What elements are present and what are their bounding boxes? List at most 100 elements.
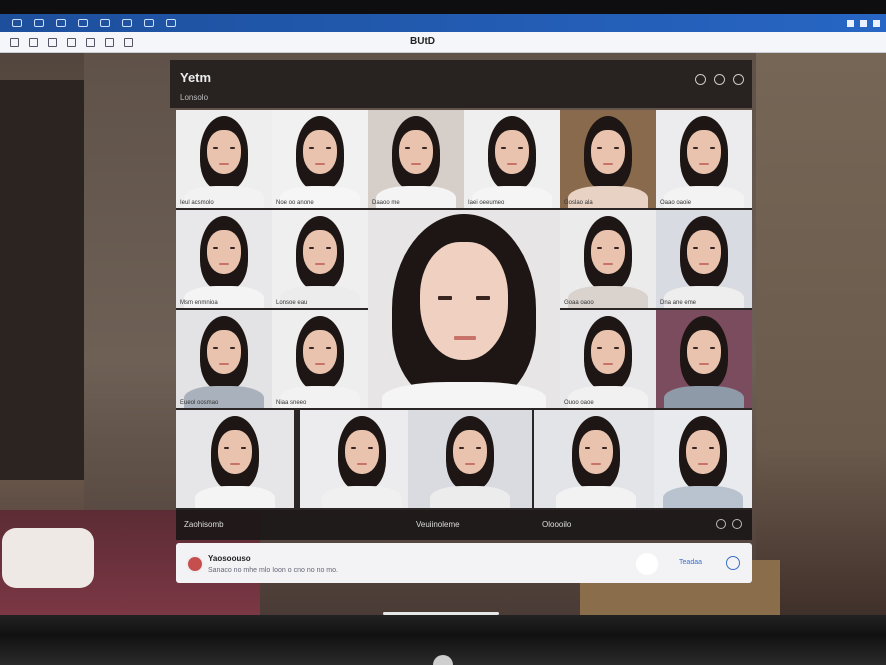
- lips: [357, 463, 367, 465]
- eye: [614, 347, 619, 349]
- face: [579, 430, 613, 474]
- status-left[interactable]: Zaohisomb: [184, 520, 224, 529]
- eye: [213, 347, 218, 349]
- portrait-tile[interactable]: Ieul acsmolo: [176, 110, 272, 208]
- tile-caption: Dna ane eme: [660, 300, 697, 306]
- tile-caption: Daaoo me: [372, 200, 400, 206]
- portrait-tile[interactable]: Niaa sneeo: [272, 310, 368, 408]
- eye: [438, 296, 452, 300]
- featured-portrait[interactable]: [368, 210, 560, 408]
- tile-caption: Eueol oosmao: [180, 400, 219, 406]
- portrait-tile[interactable]: Noe oo anone: [272, 110, 368, 208]
- share-button[interactable]: [124, 37, 133, 47]
- portrait-tile[interactable]: Daaoo me: [368, 110, 464, 208]
- eye: [597, 247, 602, 249]
- home-button[interactable]: [67, 37, 76, 47]
- face: [687, 230, 721, 274]
- face: [591, 230, 625, 274]
- gear-icon[interactable]: [733, 74, 744, 85]
- eye: [230, 347, 235, 349]
- face: [687, 130, 721, 174]
- reload-button[interactable]: [48, 37, 57, 47]
- toggle-icon[interactable]: [716, 519, 726, 529]
- lock-icon[interactable]: [695, 74, 706, 85]
- portrait-tile[interactable]: [408, 410, 532, 508]
- minimize-icon[interactable]: [847, 19, 854, 27]
- portrait-tile[interactable]: [654, 410, 752, 508]
- eye: [710, 347, 715, 349]
- tabs-button[interactable]: [105, 37, 114, 47]
- tile-caption: Noe oo anone: [276, 200, 314, 206]
- avatar[interactable]: [186, 555, 204, 573]
- maximize-icon[interactable]: [860, 19, 867, 27]
- lips: [699, 263, 709, 265]
- eye: [230, 247, 235, 249]
- close-icon[interactable]: [873, 19, 880, 27]
- eye: [709, 447, 714, 449]
- status-mid[interactable]: Veuiinoleme: [416, 520, 460, 529]
- back-icon: [10, 37, 19, 47]
- chat-icon[interactable]: [166, 19, 176, 27]
- eye: [309, 147, 314, 149]
- eye: [422, 147, 427, 149]
- portrait-tile[interactable]: [656, 310, 752, 408]
- app-header: Yetm Lonsolo: [170, 60, 752, 108]
- comment-author: Yaosoouso: [208, 554, 251, 563]
- portrait-tile[interactable]: Eueol oosmao: [176, 310, 272, 408]
- shirt: [382, 382, 546, 408]
- back-button[interactable]: [10, 37, 19, 47]
- forward-button[interactable]: [29, 37, 38, 47]
- comment-bar: Yaosoouso Sanaco no mhe mlo Ioon o cno n…: [176, 543, 752, 583]
- tile-caption: Lonsoe eau: [276, 300, 308, 306]
- tile-caption: Goslao ala: [564, 200, 593, 206]
- mail-icon[interactable]: [34, 19, 44, 27]
- tile-caption: Msm enmnioa: [180, 300, 218, 306]
- lips: [698, 463, 708, 465]
- tile-caption: Niaa sneeo: [276, 400, 307, 406]
- eye: [224, 447, 229, 449]
- eye: [518, 147, 523, 149]
- eye: [501, 147, 506, 149]
- settings-icon[interactable]: [144, 19, 154, 27]
- portrait-tile[interactable]: Ouoo oaoe: [560, 310, 656, 408]
- tile-caption: Iaei oeeumeo: [468, 200, 505, 206]
- portrait-tile[interactable]: [176, 410, 294, 508]
- lips: [699, 163, 709, 165]
- portrait-tile[interactable]: [300, 410, 424, 508]
- finder-icon[interactable]: [12, 19, 22, 27]
- status-right[interactable]: Oloooilo: [542, 520, 571, 529]
- eye: [326, 347, 331, 349]
- eye: [585, 447, 590, 449]
- bookmarks-button[interactable]: [86, 37, 95, 47]
- cloud-icon[interactable]: [100, 19, 110, 27]
- photos-icon[interactable]: [78, 19, 88, 27]
- more-icon[interactable]: [732, 519, 742, 529]
- messages-icon[interactable]: [56, 19, 66, 27]
- eye: [309, 247, 314, 249]
- app-subtitle[interactable]: Lonsolo: [180, 93, 208, 102]
- send-button[interactable]: Teadaa: [679, 559, 702, 566]
- eye: [476, 447, 481, 449]
- portrait-tile[interactable]: Lonsoe eau: [272, 210, 368, 308]
- portrait-tile[interactable]: Goslao ala: [560, 110, 656, 208]
- attach-icon[interactable]: [726, 556, 740, 570]
- portrait-tile[interactable]: Oaao oaoie: [656, 110, 752, 208]
- window-controls: [847, 19, 880, 27]
- emoji-button[interactable]: [636, 553, 658, 575]
- portrait-tile[interactable]: Goaa oaoo: [560, 210, 656, 308]
- portrait-tile[interactable]: Dna ane eme: [656, 210, 752, 308]
- lips: [699, 363, 709, 365]
- browser-title: BUtD: [410, 36, 435, 47]
- eye: [351, 447, 356, 449]
- comment-text[interactable]: Sanaco no mhe mlo Ioon o cno no no mo.: [208, 567, 338, 574]
- face: [591, 330, 625, 374]
- tile-caption: Goaa oaoo: [564, 300, 594, 306]
- portrait-tile[interactable]: Iaei oeeumeo: [464, 110, 560, 208]
- music-icon[interactable]: [122, 19, 132, 27]
- portrait-tile[interactable]: Msm enmnioa: [176, 210, 272, 308]
- face: [218, 430, 252, 474]
- eye: [693, 347, 698, 349]
- portrait-tile[interactable]: [534, 410, 658, 508]
- side-wall: [756, 53, 886, 615]
- user-icon[interactable]: [714, 74, 725, 85]
